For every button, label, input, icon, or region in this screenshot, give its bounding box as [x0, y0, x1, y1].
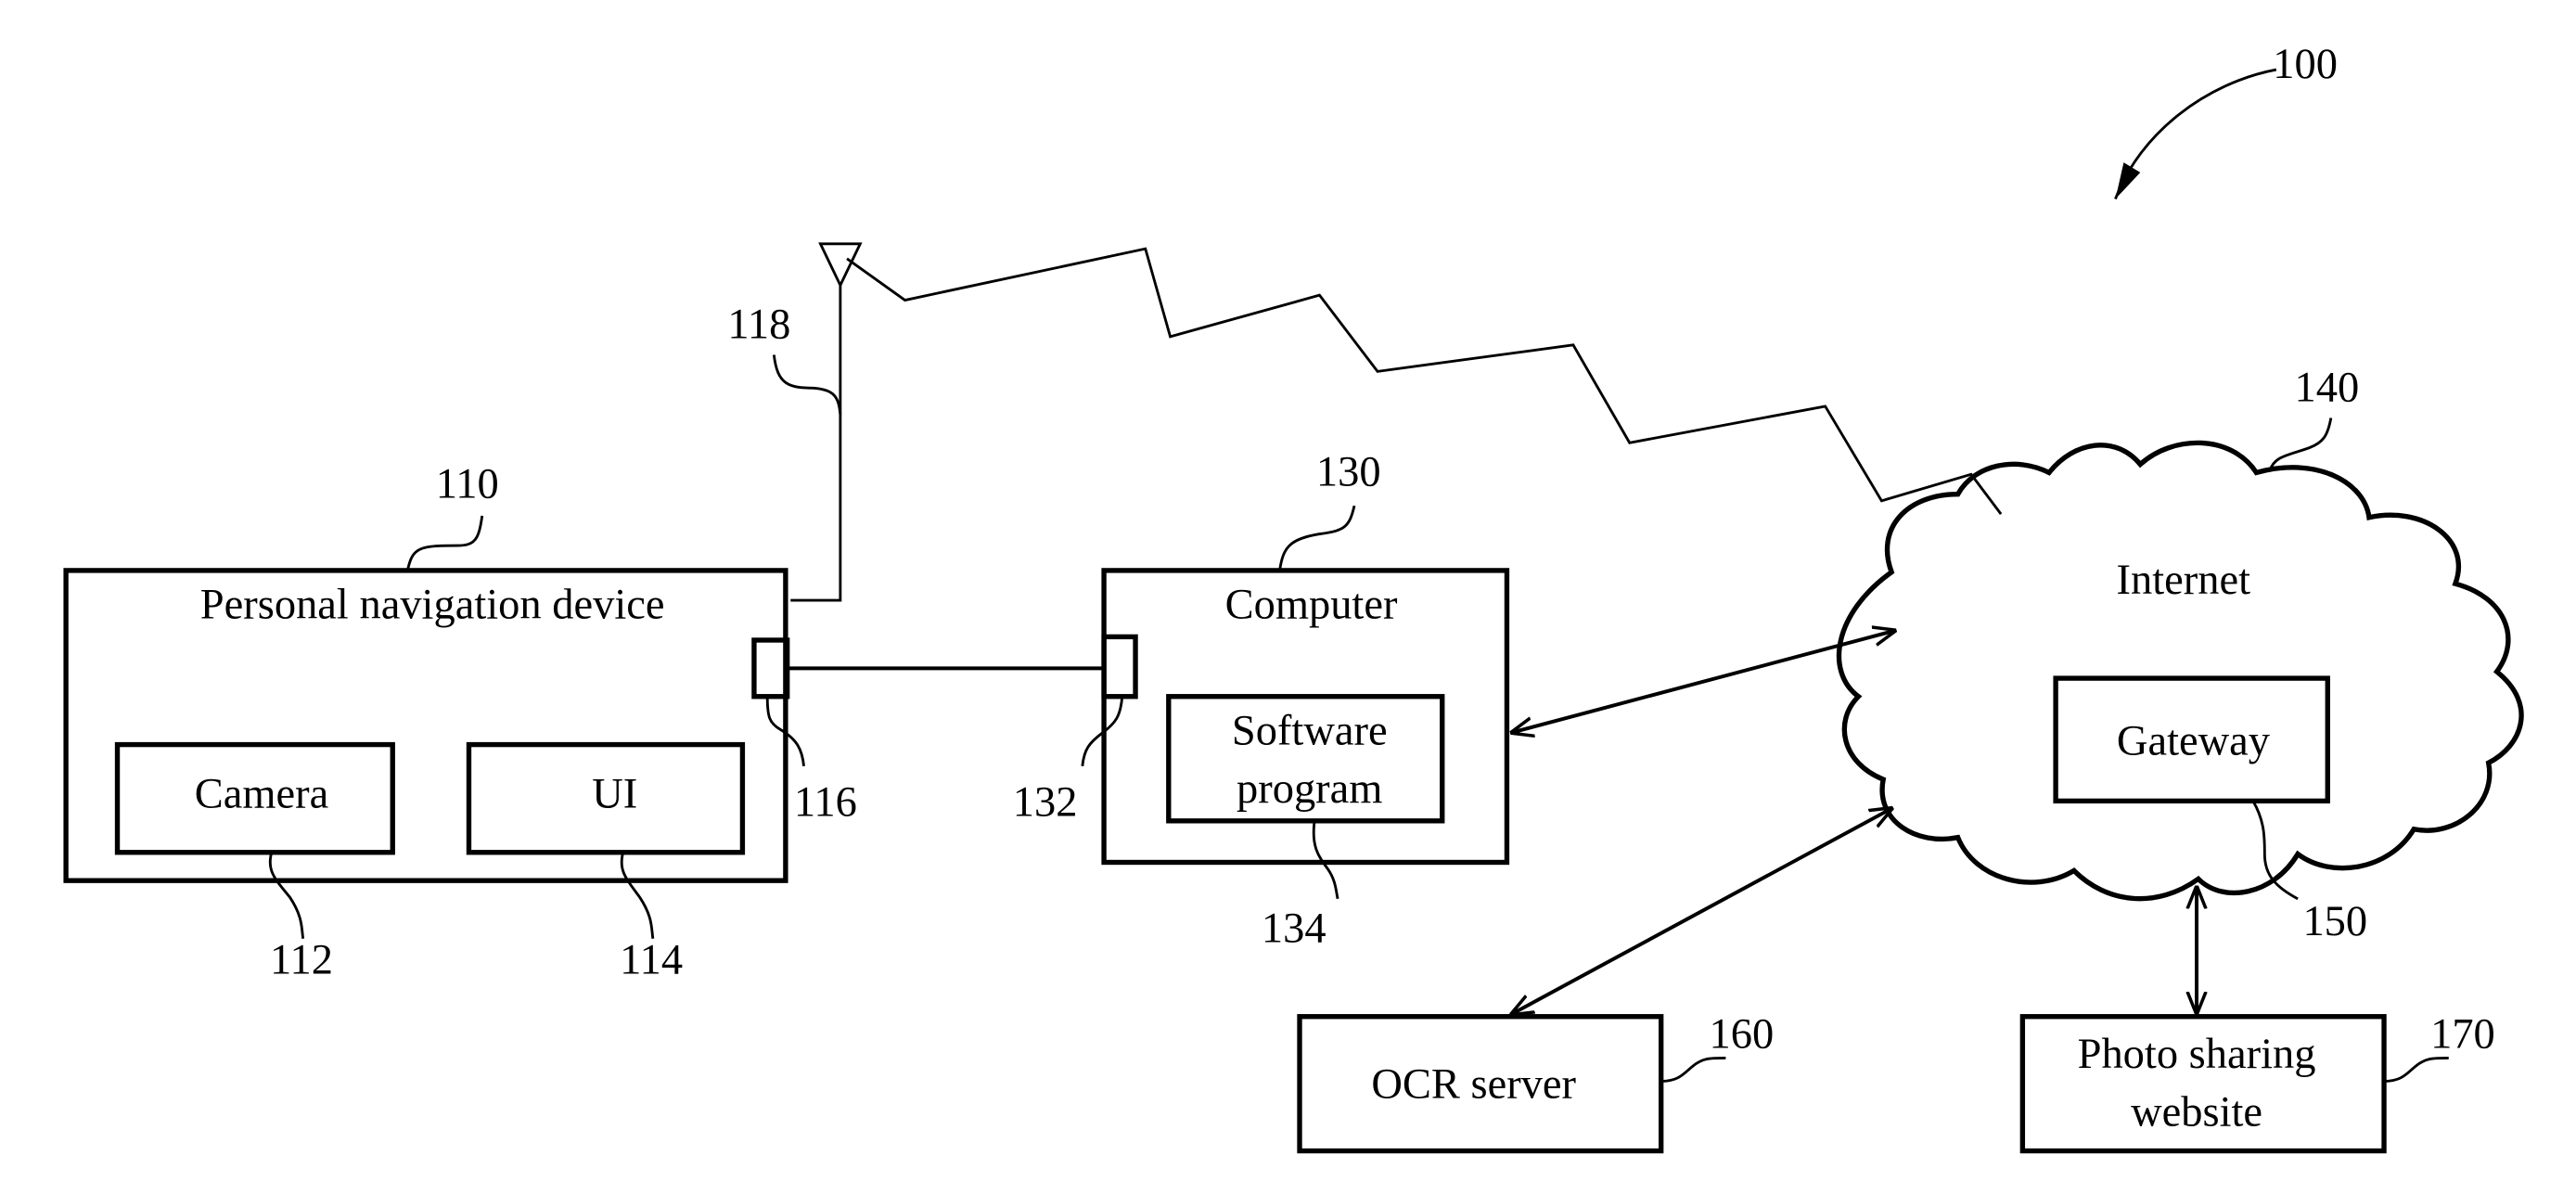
internet-label: Internet [2117, 557, 2251, 604]
ref-170: 170 [2430, 1011, 2495, 1059]
internet-140: Internet 140 Gateway 150 [1836, 365, 2524, 945]
system-diagram: 100 118 Personal navigation device 110 C… [63, 41, 2524, 1154]
leader-140 [2268, 417, 2333, 472]
leader-100 [2114, 68, 2277, 200]
photo-label-line2: website [2131, 1089, 2262, 1136]
ref-112: 112 [270, 936, 333, 983]
ref-100: 100 [2273, 41, 2338, 88]
antenna-mast [790, 285, 842, 602]
pnd-110: Personal navigation device 110 Camera 11… [63, 460, 857, 983]
antenna-118: 118 [727, 242, 863, 602]
gateway-label: Gateway [2117, 717, 2271, 764]
internet-cloud-shape [1836, 440, 2524, 902]
ref-110: 110 [436, 460, 499, 507]
arrowhead-100 [2115, 162, 2141, 199]
ref-116: 116 [794, 778, 857, 826]
ref-130: 130 [1316, 449, 1381, 496]
photo-170: Photo sharing website 170 [2019, 1011, 2495, 1154]
software-label-line1: Software [1232, 708, 1388, 755]
software-label-line2: program [1237, 765, 1382, 813]
pnd-port-icon [751, 637, 790, 700]
ref-118: 118 [727, 302, 790, 349]
system-ref-100: 100 [2114, 41, 2338, 200]
ocr-160: OCR server 160 [1297, 1011, 1775, 1154]
ref-114: 114 [620, 936, 683, 983]
leader-150 [2251, 800, 2299, 901]
ref-140: 140 [2295, 365, 2360, 412]
ref-150: 150 [2302, 898, 2367, 945]
computer-label: Computer [1225, 582, 1398, 629]
photo-label-line1: Photo sharing [2078, 1031, 2316, 1078]
ref-134: 134 [1262, 905, 1326, 952]
ui-label: UI [592, 771, 637, 818]
leader-170 [2384, 1056, 2449, 1083]
computer-internet-link [1510, 630, 1896, 733]
ref-132: 132 [1013, 778, 1078, 826]
camera-label: Camera [195, 771, 329, 818]
computer-port-icon [1101, 634, 1138, 700]
computer-130: Computer 130 132 Software program 134 [1013, 449, 1510, 952]
wireless-link-zigzag [846, 247, 2003, 515]
leader-160 [1660, 1056, 1726, 1083]
leader-110 [405, 515, 484, 571]
leader-130 [1278, 505, 1356, 571]
leader-114 [620, 852, 655, 939]
leader-112 [268, 852, 305, 939]
ocr-internet-link [1510, 808, 1893, 1015]
leader-118 [772, 354, 842, 416]
ref-160: 160 [1710, 1011, 1775, 1059]
pnd-label: Personal navigation device [200, 582, 665, 629]
ocr-label: OCR server [1371, 1060, 1576, 1108]
